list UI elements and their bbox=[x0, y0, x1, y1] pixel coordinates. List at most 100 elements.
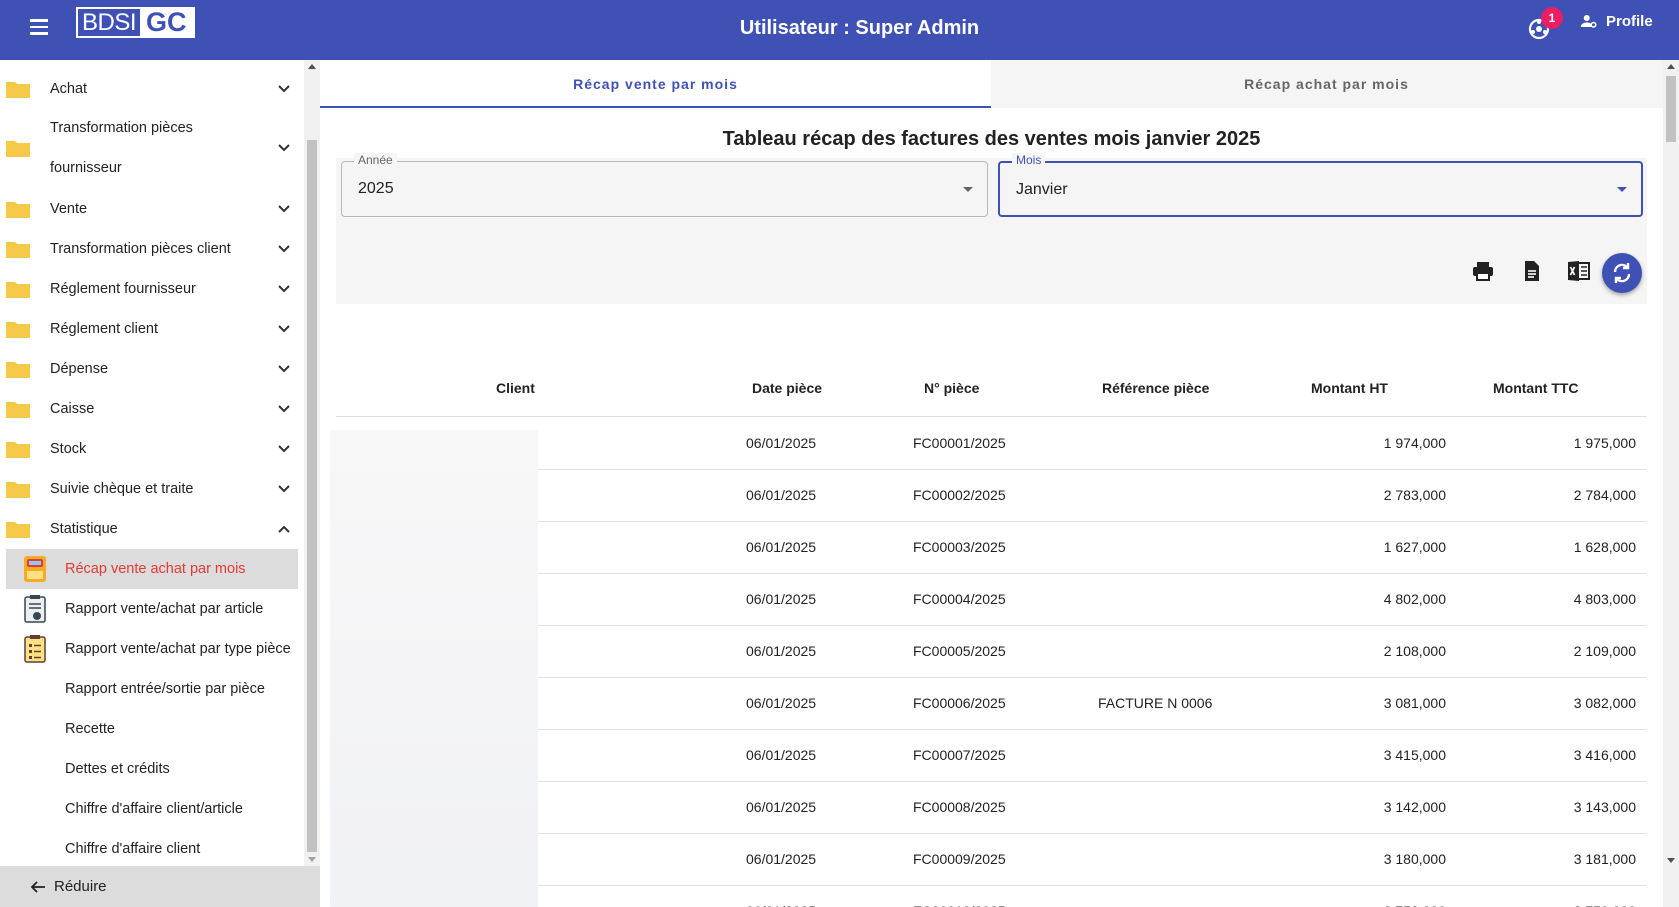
column-header-montant-ttc[interactable]: Montant TTC bbox=[1493, 380, 1579, 396]
cell-num: FC00006/2025 bbox=[913, 695, 1006, 711]
folder-icon bbox=[6, 282, 30, 298]
sidebar-item-reglement-fournisseur[interactable]: Réglement fournisseur bbox=[0, 269, 304, 309]
month-select-label: Mois bbox=[1012, 153, 1046, 167]
refresh-button[interactable] bbox=[1602, 253, 1642, 293]
sidebar-scrollbar[interactable] bbox=[304, 60, 320, 866]
cell-date: 06/01/2025 bbox=[746, 799, 817, 815]
sidebar-item-reglement-client[interactable]: Réglement client bbox=[0, 309, 304, 349]
cell-montant-ttc: 2 784,000 bbox=[1573, 487, 1636, 503]
sidebar-item-statistique[interactable]: Statistique bbox=[0, 509, 304, 549]
cell-montant-ttc: 4 803,000 bbox=[1573, 591, 1636, 607]
sidebar-subitem-recap-vente-achat[interactable]: Récap vente achat par mois bbox=[6, 549, 298, 589]
month-select[interactable]: Mois Janvier bbox=[998, 153, 1643, 217]
cell-montant-ttc: 1 975,000 bbox=[1573, 435, 1636, 451]
client-column-redacted bbox=[330, 430, 538, 907]
folder-icon bbox=[6, 482, 30, 498]
sidebar-subitem-ca-client-article[interactable]: Chiffre d'affaire client/article bbox=[6, 789, 298, 829]
export-excel-button[interactable] bbox=[1567, 259, 1595, 287]
print-button[interactable] bbox=[1471, 259, 1499, 287]
cell-num: FC00007/2025 bbox=[913, 747, 1006, 763]
tab-recap-achat[interactable]: Récap achat par mois bbox=[991, 60, 1662, 108]
folder-icon bbox=[6, 202, 30, 218]
sidebar-item-transformation-pieces-client[interactable]: Transformation pièces client bbox=[0, 229, 304, 269]
chevron-down-icon bbox=[278, 405, 290, 413]
chevron-down-icon bbox=[278, 445, 290, 453]
sidebar-subitem-recette[interactable]: Recette bbox=[6, 709, 298, 749]
sidebar-item-vente[interactable]: Vente bbox=[0, 189, 304, 229]
sidebar-item-label: Vente bbox=[50, 201, 88, 217]
column-header-client[interactable]: Client bbox=[496, 380, 535, 396]
sidebar-subitem-dettes-credits[interactable]: Dettes et crédits bbox=[6, 749, 298, 789]
scroll-up-arrow-icon[interactable] bbox=[1667, 64, 1675, 69]
cell-date: 06/01/2025 bbox=[746, 435, 817, 451]
cell-montant-ttc: 2 109,000 bbox=[1573, 643, 1636, 659]
sidebar-item-caisse[interactable]: Caisse bbox=[0, 389, 304, 429]
scroll-down-arrow-icon[interactable] bbox=[308, 857, 316, 862]
column-header-reference[interactable]: Référence pièce bbox=[1102, 380, 1209, 396]
chevron-down-icon bbox=[278, 285, 290, 293]
sidebar-item-suivie-cheque[interactable]: Suivie chèque et traite bbox=[0, 469, 304, 509]
cell-date: 06/01/2025 bbox=[746, 539, 817, 555]
cell-num: FC00001/2025 bbox=[913, 435, 1006, 451]
chevron-down-icon bbox=[278, 85, 290, 93]
cell-num: FC00002/2025 bbox=[913, 487, 1006, 503]
arrow-left-icon bbox=[30, 880, 45, 893]
page-scroll-thumb[interactable] bbox=[1666, 76, 1676, 142]
year-select[interactable]: Année 2025 bbox=[341, 153, 988, 217]
cell-num: FC00005/2025 bbox=[913, 643, 1006, 659]
sidebar-subitem-label: Chiffre d'affaire client bbox=[65, 841, 201, 857]
sidebar-scroll-thumb[interactable] bbox=[307, 140, 317, 852]
cell-date: 06/01/2025 bbox=[746, 591, 817, 607]
sidebar-item-label: Statistique bbox=[50, 521, 118, 537]
cell-date: 06/01/2025 bbox=[746, 851, 817, 867]
cell-montant-ht: 4 802,000 bbox=[1383, 591, 1446, 607]
profile-label: Profile bbox=[1606, 12, 1653, 30]
table-title: Tableau récap des factures des ventes mo… bbox=[722, 128, 1261, 150]
sidebar-subitem-label: Chiffre d'affaire client/article bbox=[65, 801, 243, 817]
cell-date: 06/01/2025 bbox=[746, 643, 817, 659]
folder-icon bbox=[6, 442, 30, 458]
sidebar-item-transformation-pieces-fournisseur[interactable]: Transformation pièces fournisseur bbox=[0, 108, 304, 188]
export-document-button[interactable] bbox=[1520, 259, 1548, 287]
cell-num: FC00010/2025 bbox=[913, 903, 1006, 907]
sidebar-subitem-rapport-entree-sortie[interactable]: Rapport entrée/sortie par pièce bbox=[6, 669, 298, 709]
year-select-label: Année bbox=[354, 153, 397, 167]
sidebar-item-stock[interactable]: Stock bbox=[0, 429, 304, 469]
cell-num: FC00004/2025 bbox=[913, 591, 1006, 607]
cell-montant-ht: 1 974,000 bbox=[1383, 435, 1446, 451]
cell-montant-ht: 2 108,000 bbox=[1383, 643, 1446, 659]
cell-montant-ttc: 3 416,000 bbox=[1573, 747, 1636, 763]
page-scrollbar[interactable] bbox=[1663, 60, 1679, 907]
column-header-montant-ht[interactable]: Montant HT bbox=[1311, 380, 1388, 396]
notification-button[interactable]: 1 bbox=[1527, 7, 1563, 41]
column-header-num[interactable]: N° pièce bbox=[924, 380, 979, 396]
chevron-down-icon bbox=[278, 144, 290, 152]
user-settings-icon bbox=[1580, 15, 1597, 28]
sidebar-subitem-ca-client[interactable]: Chiffre d'affaire client bbox=[6, 829, 298, 866]
print-icon bbox=[1473, 262, 1493, 281]
cell-montant-ht: 3 081,000 bbox=[1383, 695, 1446, 711]
tab-recap-vente[interactable]: Récap vente par mois bbox=[320, 60, 991, 108]
top-app-bar: BDSI GC Utilisateur : Super Admin 1 Prof… bbox=[0, 0, 1679, 60]
sidebar-item-label: Stock bbox=[50, 441, 87, 457]
sidebar-subitem-rapport-article[interactable]: Rapport vente/achat par article bbox=[6, 589, 298, 629]
sidebar-item-depense[interactable]: Dépense bbox=[0, 349, 304, 389]
reduce-sidebar-button[interactable]: Réduire bbox=[0, 866, 320, 907]
cell-montant-ttc: 3 082,000 bbox=[1573, 695, 1636, 711]
sidebar-subitem-rapport-type-piece[interactable]: Rapport vente/achat par type pièce bbox=[6, 629, 298, 669]
profile-button[interactable]: Profile bbox=[1580, 12, 1653, 30]
scroll-up-arrow-icon[interactable] bbox=[308, 64, 316, 69]
folder-icon bbox=[6, 82, 30, 98]
column-header-date[interactable]: Date pièce bbox=[752, 380, 822, 396]
sidebar-subitem-label: Rapport vente/achat par article bbox=[65, 601, 264, 617]
cell-montant-ttc: 2 759,000 bbox=[1574, 903, 1636, 907]
sidebar-subitem-label: Récap vente achat par mois bbox=[65, 561, 246, 577]
cell-montant-ht: 2 783,000 bbox=[1383, 487, 1446, 503]
sidebar-item-label-line2: fournisseur bbox=[50, 160, 122, 176]
notification-badge: 1 bbox=[1541, 7, 1563, 29]
excel-icon bbox=[1568, 261, 1590, 281]
document-icon bbox=[1525, 261, 1539, 281]
cell-montant-ht: 2 758,000 bbox=[1384, 903, 1446, 907]
scroll-down-arrow-icon[interactable] bbox=[1667, 858, 1675, 863]
sidebar-item-achat[interactable]: Achat bbox=[0, 69, 304, 109]
